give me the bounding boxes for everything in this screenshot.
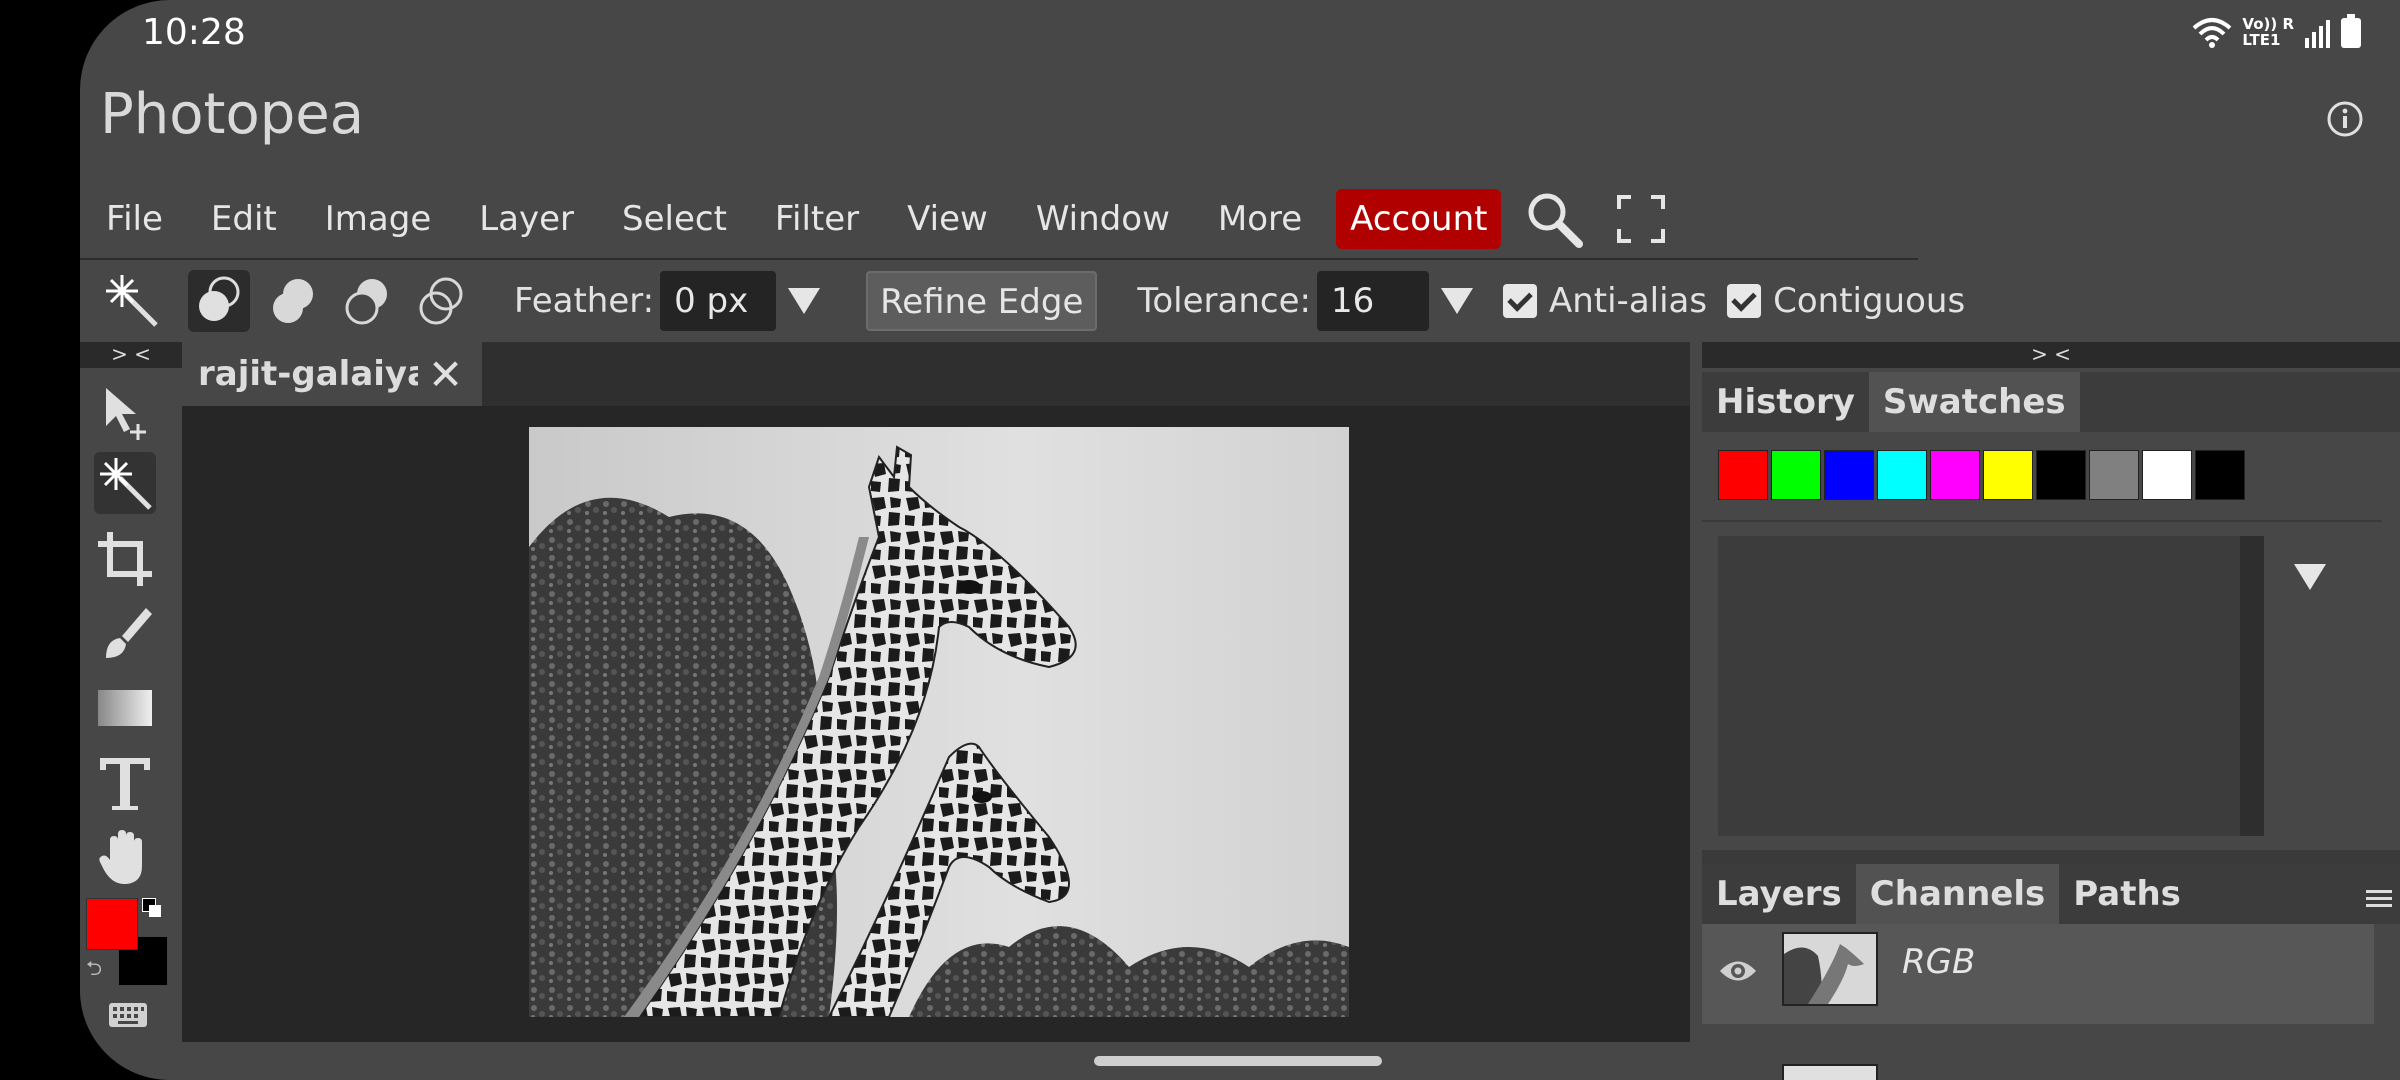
channel-thumbnail: [1782, 932, 1878, 1006]
swatch-black[interactable]: [2036, 450, 2086, 500]
visibility-eye-icon[interactable]: [1718, 958, 1758, 984]
selection-intersect-icon[interactable]: [410, 270, 472, 332]
menu-more[interactable]: More: [1194, 189, 1326, 249]
brush-tool-icon[interactable]: [94, 602, 156, 664]
status-icons: Vo)) R LTE1: [2192, 14, 2362, 48]
document-tab-strip: rajit-galaiya- ✕: [182, 342, 1690, 406]
network-label-bottom: LTE1: [2242, 31, 2281, 49]
home-indicator[interactable]: [1094, 1056, 1382, 1066]
magic-wand-tool[interactable]: [94, 452, 156, 514]
fullscreen-icon[interactable]: [1617, 195, 1666, 243]
search-icon[interactable]: [1525, 190, 1584, 248]
menu-edit[interactable]: Edit: [187, 189, 301, 249]
selection-add-icon[interactable]: [262, 270, 324, 332]
document-area: rajit-galaiya- ✕: [182, 342, 1690, 1042]
canvas-image[interactable]: [529, 427, 1349, 1017]
wifi-icon: [2193, 18, 2232, 48]
color-pickers[interactable]: ⮌: [86, 898, 168, 986]
antialias-label: Anti-alias: [1548, 281, 1708, 321]
swatch-blue[interactable]: [1824, 450, 1874, 500]
tab-history[interactable]: History: [1702, 372, 1869, 432]
channel-name: RGB: [1902, 942, 1976, 982]
type-tool-icon[interactable]: [94, 752, 156, 814]
right-panels: > < History Swatches Layers Channels Pat…: [1702, 342, 2400, 1080]
hand-tool-icon[interactable]: [94, 826, 156, 888]
swatch-yellow[interactable]: [1983, 450, 2033, 500]
refine-edge-button[interactable]: Refine Edge: [866, 271, 1098, 331]
contiguous-label: Contiguous: [1773, 281, 1966, 321]
channel-row-rgb[interactable]: RGB: [1702, 924, 2374, 1024]
phone-screen: 10:28 Vo)) R LTE1 Photopea File Edit Ima…: [80, 0, 2400, 1080]
swatch-list-area: [1718, 536, 2240, 836]
gradient-tool-icon[interactable]: [94, 678, 156, 740]
panel-menu-icon[interactable]: [2366, 888, 2392, 908]
swatches-row: [1702, 432, 2382, 522]
crop-tool-icon[interactable]: [94, 528, 156, 590]
right-panel-collapse[interactable]: > <: [1702, 342, 2400, 368]
magic-wand-options-icon[interactable]: [102, 271, 162, 331]
swatch-cyan[interactable]: [1877, 450, 1927, 500]
contiguous-checkbox[interactable]: [1727, 284, 1762, 318]
document-tab-name: rajit-galaiya-: [198, 354, 418, 394]
app-title: Photopea: [100, 82, 365, 147]
close-icon[interactable]: ✕: [428, 350, 463, 399]
swatch-gray[interactable]: [2089, 450, 2139, 500]
info-icon[interactable]: [2326, 100, 2364, 138]
history-swatches-tabs: History Swatches: [1702, 372, 2400, 432]
swatch-black-2[interactable]: [2195, 450, 2245, 500]
menu-window[interactable]: Window: [1012, 189, 1194, 249]
selection-mode-new[interactable]: [188, 270, 250, 332]
channel-thumbnail-image: [1784, 934, 1876, 1004]
document-tab[interactable]: rajit-galaiya- ✕: [182, 342, 482, 406]
selection-new-icon: [199, 276, 240, 321]
swatch-green[interactable]: [1771, 450, 1821, 500]
feather-label: Feather:: [514, 281, 655, 321]
tab-swatches[interactable]: Swatches: [1868, 372, 2080, 432]
swatch-white[interactable]: [2142, 450, 2192, 500]
account-button[interactable]: Account: [1336, 189, 1502, 249]
tools-panel: > < ⮌: [80, 342, 182, 1080]
signal-icon: [2305, 20, 2330, 48]
swatch-menu-dropdown-icon[interactable]: [2294, 564, 2326, 590]
menu-view[interactable]: View: [883, 189, 1012, 249]
tolerance-dropdown-icon[interactable]: [1440, 288, 1473, 314]
menu-select[interactable]: Select: [598, 189, 751, 249]
swatch-red[interactable]: [1718, 450, 1768, 500]
layers-tabs: Layers Channels Paths: [1702, 864, 2400, 924]
swap-colors-icon[interactable]: ⮌: [86, 954, 102, 988]
swatch-scrollbar[interactable]: [2240, 536, 2264, 836]
selection-subtract-icon[interactable]: [336, 270, 398, 332]
network-label-top: Vo)) R: [2242, 15, 2294, 33]
swatch-magenta[interactable]: [1930, 450, 1980, 500]
feather-dropdown-icon[interactable]: [788, 288, 821, 314]
keyboard-icon[interactable]: [108, 1002, 148, 1028]
tolerance-input[interactable]: 16: [1316, 271, 1429, 331]
tolerance-label: Tolerance:: [1137, 281, 1311, 321]
feather-input[interactable]: 0 px: [660, 271, 777, 331]
foreground-color-swatch[interactable]: [86, 898, 138, 950]
panel-divider: [1702, 850, 2400, 864]
menu-image[interactable]: Image: [301, 189, 455, 249]
default-colors-icon[interactable]: [142, 898, 162, 918]
magic-wand-tool-icon: [100, 458, 152, 510]
battery-icon: [2341, 14, 2361, 48]
toolbar-collapse[interactable]: > <: [80, 342, 182, 368]
tab-paths[interactable]: Paths: [2059, 864, 2195, 924]
antialias-checkbox[interactable]: [1502, 284, 1537, 318]
menu-bar: File Edit Image Layer Select Filter View…: [80, 180, 1918, 260]
options-bar: Feather: 0 px Refine Edge Tolerance: 16 …: [80, 262, 1980, 340]
tab-channels[interactable]: Channels: [1855, 864, 2060, 924]
network-label: Vo)) R LTE1: [2242, 16, 2294, 48]
tab-layers[interactable]: Layers: [1702, 864, 1856, 924]
status-time: 10:28: [142, 12, 246, 53]
next-channel-thumbnail: [1782, 1064, 1878, 1080]
menu-file[interactable]: File: [80, 189, 187, 249]
move-tool-icon[interactable]: [94, 382, 156, 444]
menu-filter[interactable]: Filter: [751, 189, 883, 249]
menu-layer[interactable]: Layer: [455, 189, 598, 249]
